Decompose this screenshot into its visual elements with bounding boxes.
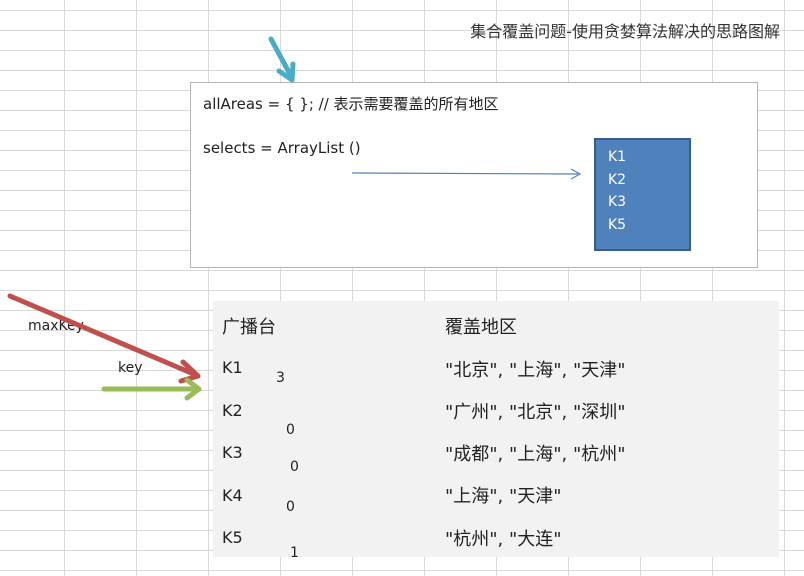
max-key-arrow [7, 293, 199, 378]
arrows-layer [7, 36, 582, 401]
selects-arrow [351, 172, 579, 175]
